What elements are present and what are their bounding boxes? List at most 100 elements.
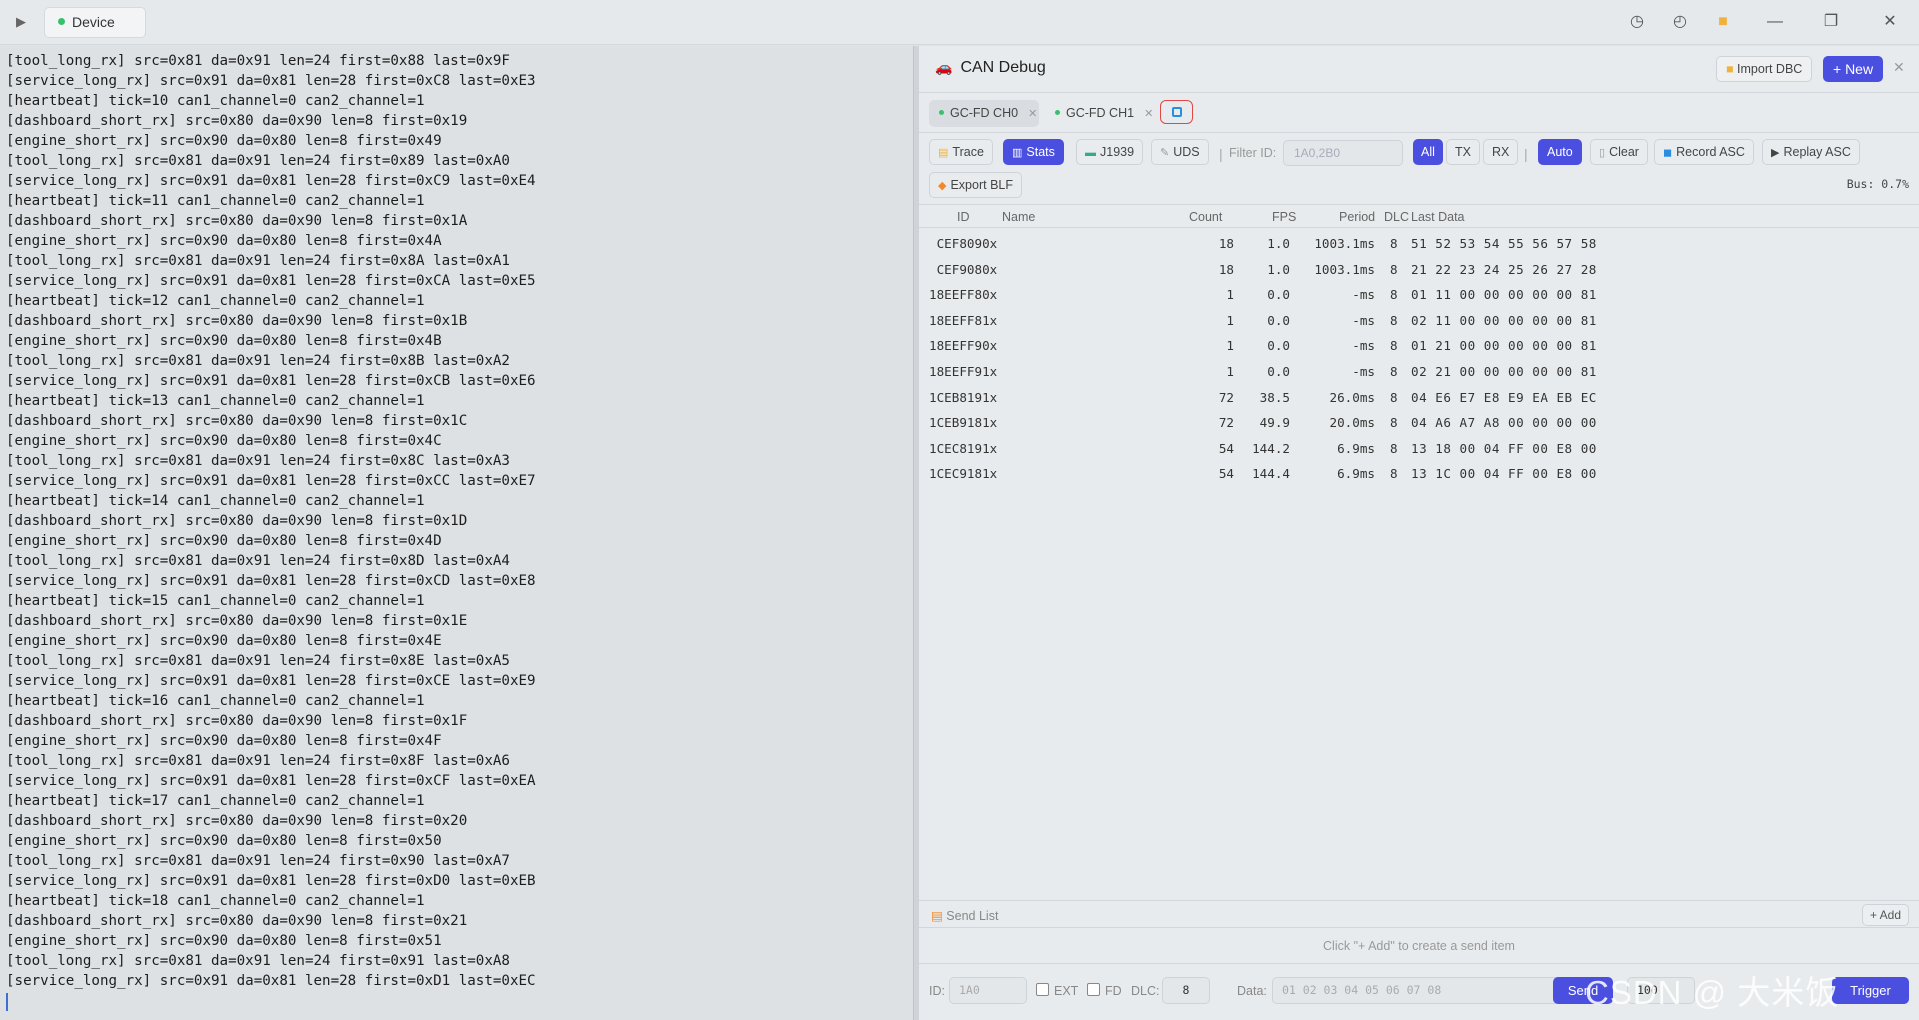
cell-period: 6.9ms xyxy=(1337,440,1375,456)
play-icon: ▶ xyxy=(1771,147,1780,159)
cell-count: 72 xyxy=(1218,415,1234,431)
wrench-icon: ✎ xyxy=(1160,147,1170,159)
terminal-line: [engine_short_rx] src=0x90 da=0x80 len=8… xyxy=(6,733,442,749)
table-row[interactable]: 18EEFF80x 1 0.0 -ms 8 01 11 00 00 00 00 00 81 xyxy=(919,283,1919,309)
auto-scroll-button[interactable]: Auto xyxy=(1538,139,1582,165)
cell-data: 04 E6 E7 E8 E9 EA EB EC xyxy=(1411,389,1597,405)
cell-data: 01 11 00 00 00 00 00 81 xyxy=(1411,287,1597,303)
cell-period: -ms xyxy=(1352,287,1375,303)
close-panel-icon[interactable]: ✕ xyxy=(1893,59,1905,76)
table-row[interactable]: CEF9080x 18 1.0 1003.1ms 8 21 22 23 24 25 26 … xyxy=(919,258,1919,284)
table-row[interactable]: 1CEB8191x 72 38.5 26.0ms 8 04 E6 E7 E8 E9 EA … xyxy=(919,386,1919,412)
table-row[interactable]: 1CEC9181x 54 144.4 6.9ms 8 13 1C 00 04 FF 00 … xyxy=(919,462,1919,488)
cell-fps: 0.0 xyxy=(1267,338,1290,354)
close-tab-icon[interactable]: ✕ xyxy=(1028,108,1037,120)
play-icon[interactable]: ▶ xyxy=(12,13,30,31)
send-data-input[interactable]: 01 02 03 04 05 06 07 08 xyxy=(1272,977,1562,1004)
table-row[interactable]: CEF8090x 18 1.0 1003.1ms 8 51 52 53 54 55 56 … xyxy=(919,232,1919,258)
add-send-item-button[interactable]: + Add xyxy=(1861,904,1909,926)
terminal-line: [service_long_rx] src=0x91 da=0x81 len=2… xyxy=(6,973,536,989)
cell-data: 04 A6 A7 A8 00 00 00 00 xyxy=(1411,415,1597,431)
j1939-button[interactable]: ▬ J1939 xyxy=(1076,139,1144,165)
terminal-line: [engine_short_rx] src=0x90 da=0x80 len=8… xyxy=(6,333,442,349)
trace-button[interactable]: ▤ Trace xyxy=(929,139,993,165)
terminal-line: [engine_short_rx] src=0x90 da=0x80 len=8… xyxy=(6,133,442,149)
terminal-line: [engine_short_rx] src=0x90 da=0x80 len=8… xyxy=(6,633,442,649)
uds-label: UDS xyxy=(1173,145,1200,159)
cell-data: 01 21 00 00 00 00 00 81 xyxy=(1411,338,1597,354)
serial-terminal[interactable]: [tool_long_rx] src=0x81 da=0x91 len=24 f… xyxy=(0,46,913,1020)
cell-data: 51 52 53 54 55 56 57 58 xyxy=(1411,236,1597,251)
replay-asc-button[interactable]: ▶ Replay ASC xyxy=(1762,139,1860,165)
device-tab-label: Device xyxy=(72,14,115,30)
terminal-line: [dashboard_short_rx] src=0x80 da=0x90 le… xyxy=(6,413,468,429)
clear-button[interactable]: ▯ Clear xyxy=(1590,139,1648,165)
tab-gc-fd-ch0[interactable]: GC-FD CH0 ✕ xyxy=(929,100,1039,127)
record-asc-button[interactable]: ◼ Record ASC xyxy=(1654,139,1754,165)
stats-table: ID Name Count FPS Period DLC Last Data C… xyxy=(919,206,1919,488)
terminal-line: [engine_short_rx] src=0x90 da=0x80 len=8… xyxy=(6,533,442,549)
table-row[interactable]: 18EEFF91x 1 0.0 -ms 8 02 21 00 00 00 00 00 81 xyxy=(919,360,1919,386)
col-period-header[interactable]: Period xyxy=(1339,210,1375,224)
restore-icon[interactable]: ❐ xyxy=(1821,12,1841,32)
new-button[interactable]: + New xyxy=(1823,56,1884,82)
table-row[interactable]: 1CEC8191x 54 144.2 6.9ms 8 13 18 00 04 FF 00 … xyxy=(919,437,1919,463)
close-tab-icon[interactable]: ✕ xyxy=(1144,108,1153,120)
minimize-icon[interactable]: — xyxy=(1765,12,1785,32)
col-dlc-header[interactable]: DLC xyxy=(1384,210,1409,224)
terminal-line: [service_long_rx] src=0x91 da=0x81 len=2… xyxy=(6,473,536,489)
export-blf-button[interactable]: ◆ Export BLF xyxy=(929,172,1022,198)
dlc-input[interactable]: 8 xyxy=(1162,977,1210,1004)
cell-id: 18EEFF90x xyxy=(929,338,998,354)
stats-button[interactable]: ▥ Stats xyxy=(1003,139,1064,165)
terminal-line: [service_long_rx] src=0x91 da=0x81 len=2… xyxy=(6,573,536,589)
ext-checkbox[interactable] xyxy=(1036,983,1049,996)
import-dbc-button[interactable]: ■ Import DBC xyxy=(1716,56,1813,82)
tab-gc-fd-ch1[interactable]: GC-FD CH1 ✕ xyxy=(1045,100,1155,127)
terminal-line: [service_long_rx] src=0x91 da=0x81 len=2… xyxy=(6,873,536,889)
add-channel-button[interactable] xyxy=(1160,100,1193,124)
cell-period: -ms xyxy=(1352,363,1375,379)
table-row[interactable]: 1CEB9181x 72 49.9 20.0ms 8 04 A6 A7 A8 00 00 … xyxy=(919,411,1919,437)
car-icon: 🚗 xyxy=(935,59,953,75)
terminal-line: [dashboard_short_rx] src=0x80 da=0x90 le… xyxy=(6,913,468,929)
cell-data: 02 21 00 00 00 00 00 81 xyxy=(1411,363,1597,379)
terminal-line: [heartbeat] tick=15 can1_channel=0 can2_… xyxy=(6,593,425,609)
table-row[interactable]: 18EEFF90x 1 0.0 -ms 8 01 21 00 00 00 00 00 81 xyxy=(919,334,1919,360)
clock-icon[interactable]: ◴ xyxy=(1670,12,1690,32)
cell-count: 18 xyxy=(1218,261,1234,277)
filter-rx-button[interactable]: RX xyxy=(1483,139,1519,165)
uds-button[interactable]: ✎ UDS xyxy=(1151,139,1209,165)
terminal-line: [dashboard_short_rx] src=0x80 da=0x90 le… xyxy=(6,213,468,229)
cell-dlc: 8 xyxy=(1390,261,1398,277)
cell-id: 18EEFF91x xyxy=(929,363,998,379)
send-id-input[interactable]: 1A0 xyxy=(949,977,1027,1004)
terminal-line: [engine_short_rx] src=0x90 da=0x80 len=8… xyxy=(6,833,442,849)
col-count-header[interactable]: Count xyxy=(1189,210,1222,224)
fd-label: FD xyxy=(1105,984,1122,998)
status-dot-icon xyxy=(1055,110,1060,116)
trigger-button[interactable]: Trigger xyxy=(1832,977,1909,1004)
cell-id: 1CEC9181x xyxy=(929,466,998,482)
truck-icon: ▬ xyxy=(1085,147,1096,159)
col-name-header[interactable]: Name xyxy=(1002,210,1035,224)
cell-dlc: 8 xyxy=(1390,363,1398,379)
filter-id-input[interactable]: 1A0,2B0 xyxy=(1283,140,1403,166)
col-id-header[interactable]: ID xyxy=(957,210,970,224)
fd-checkbox[interactable] xyxy=(1087,983,1100,996)
filter-tx-button[interactable]: TX xyxy=(1446,139,1480,165)
history-clock-icon[interactable]: ◷ xyxy=(1627,12,1647,32)
folder-icon[interactable]: ■ xyxy=(1713,12,1733,32)
cell-count: 1 xyxy=(1226,287,1234,303)
col-data-header[interactable]: Last Data xyxy=(1411,210,1465,224)
col-fps-header[interactable]: FPS xyxy=(1272,210,1296,224)
table-row[interactable]: 18EEFF81x 1 0.0 -ms 8 02 11 00 00 00 00 00 81 xyxy=(919,309,1919,335)
device-tab[interactable]: Device xyxy=(44,7,146,38)
close-icon[interactable]: ✕ xyxy=(1880,12,1900,32)
stats-label: Stats xyxy=(1026,145,1055,159)
terminal-line: [dashboard_short_rx] src=0x80 da=0x90 le… xyxy=(6,713,468,729)
terminal-line: [engine_short_rx] src=0x90 da=0x80 len=8… xyxy=(6,433,442,449)
terminal-line: [tool_long_rx] src=0x81 da=0x91 len=24 f… xyxy=(6,153,510,169)
send-list-title: ▤ Send List xyxy=(931,908,998,923)
filter-all-button[interactable]: All xyxy=(1413,139,1443,165)
